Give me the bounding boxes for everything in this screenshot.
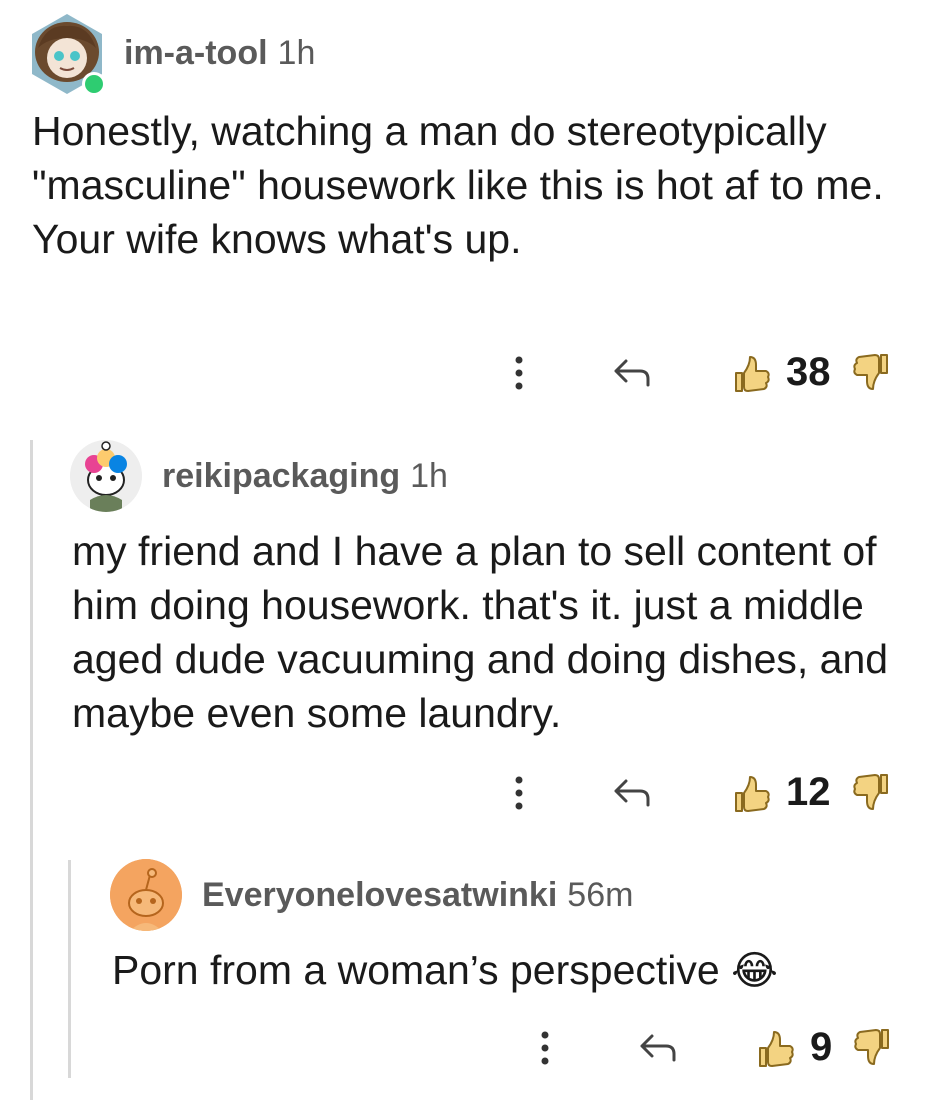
thumbs-down-icon[interactable]	[849, 351, 893, 395]
default-snoo-avatar-icon[interactable]	[110, 859, 182, 931]
reply-icon[interactable]	[610, 351, 654, 395]
snoo-rainbow-hair-avatar-icon[interactable]	[70, 440, 142, 512]
thumbs-up-icon[interactable]	[754, 1026, 798, 1070]
comment-body-text: Porn from a woman’s perspective	[112, 947, 720, 993]
thumbs-up-icon[interactable]	[730, 351, 774, 395]
username[interactable]: im-a-tool	[124, 34, 268, 73]
reply-icon[interactable]	[636, 1026, 680, 1070]
username[interactable]: reikipackaging	[162, 457, 400, 496]
thumbs-down-icon[interactable]	[849, 771, 893, 815]
username[interactable]: Everyonelovesatwinki	[202, 876, 557, 915]
online-status-dot	[82, 72, 106, 96]
thumbs-up-icon[interactable]	[730, 771, 774, 815]
comment-body: my friend and I have a plan to sell cont…	[72, 528, 889, 736]
comment-body: Porn from a woman’s perspective 😂	[112, 943, 932, 998]
comment-body: Honestly, watching a man do stereotypica…	[32, 108, 884, 262]
vote-count: 9	[810, 1025, 833, 1069]
comment-reikipackaging: reikipackaging 1h my friend and I have a…	[0, 430, 952, 850]
comment-everyonelovesatwinki: Everyonelovesatwinki 56m Porn from a wom…	[0, 855, 952, 1095]
more-options-icon[interactable]	[530, 1026, 560, 1070]
more-options-icon[interactable]	[504, 351, 534, 395]
timestamp: 1h	[410, 456, 448, 495]
timestamp: 1h	[277, 33, 316, 72]
more-options-icon[interactable]	[504, 771, 534, 815]
timestamp: 56m	[567, 875, 634, 914]
comment-im-a-tool: im-a-tool 1h Honestly, watching a man do…	[0, 0, 952, 420]
reply-icon[interactable]	[610, 771, 654, 815]
vote-count: 12	[786, 770, 831, 814]
tears-of-joy-emoji: 😂	[731, 949, 778, 993]
thumbs-down-icon[interactable]	[850, 1026, 894, 1070]
vote-count: 38	[786, 350, 831, 394]
anime-character-avatar-icon[interactable]	[26, 12, 108, 96]
